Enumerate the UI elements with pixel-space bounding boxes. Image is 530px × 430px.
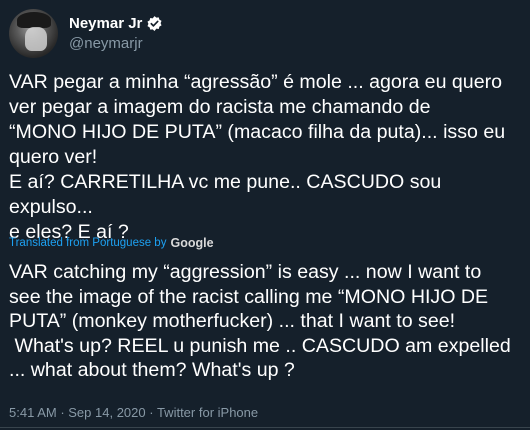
tweet-date[interactable]: Sep 14, 2020 [68,405,145,420]
tweet-text: VAR pegar a minha “agressão” é mole ... … [9,71,506,243]
google-logo: Google [170,236,214,250]
handle[interactable]: @neymarjr [69,34,163,54]
name-row: Neymar Jr [69,14,163,34]
author-names: Neymar Jr @neymarjr [69,14,163,54]
translated-from-link[interactable]: Translated from Portuguese by [9,235,166,251]
tweet-meta: 5:41 AM · Sep 14, 2020 · Twitter for iPh… [9,405,258,421]
avatar-hair [17,12,51,28]
tweet-source[interactable]: Twitter for iPhone [157,405,258,420]
tweet-header: Neymar Jr @neymarjr [9,9,163,58]
verified-badge-icon [146,15,163,32]
meta-separator-2: · [145,405,157,420]
display-name[interactable]: Neymar Jr [69,14,142,34]
avatar[interactable] [9,9,58,58]
tweet-time[interactable]: 5:41 AM [9,405,57,420]
translated-text: VAR catching my “aggression” is easy ...… [9,261,511,381]
divider [0,427,530,428]
translation-attribution: Translated from Portuguese by Google [9,235,214,251]
avatar-hand [25,27,47,51]
meta-separator-1: · [56,405,69,420]
